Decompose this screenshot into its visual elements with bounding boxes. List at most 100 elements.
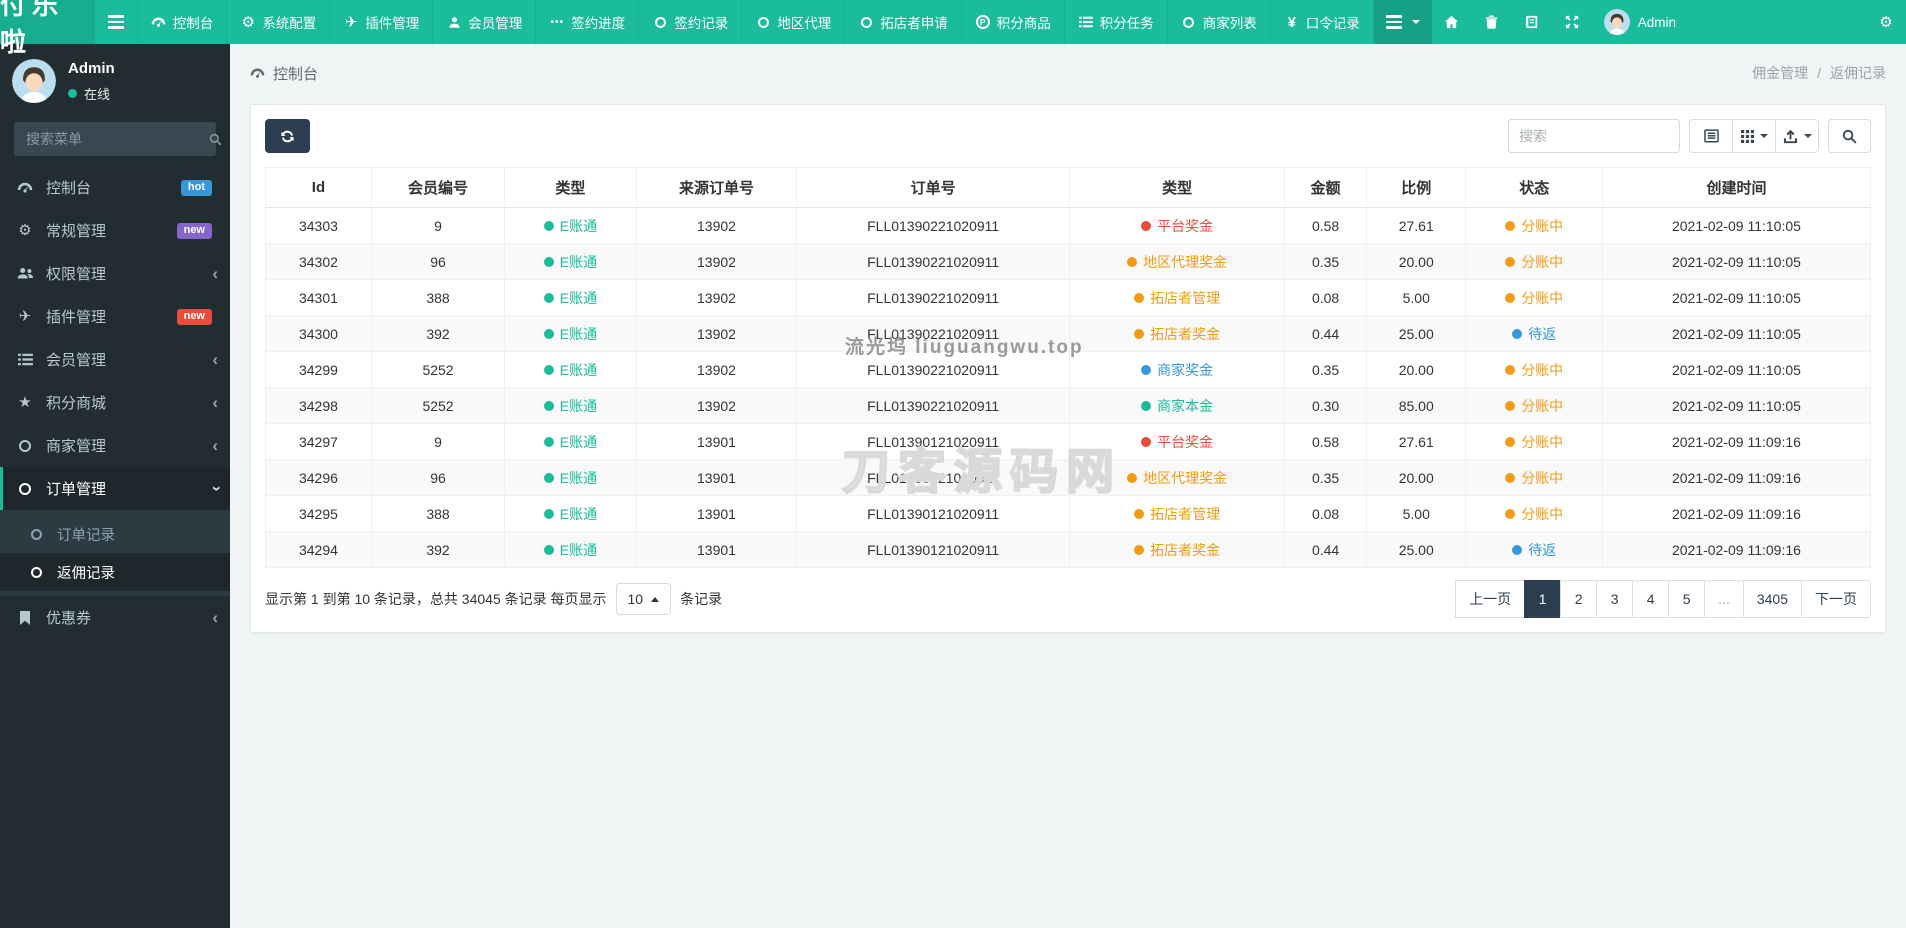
cell-member-no: 9 [370,423,506,460]
cell-created-time: 2021-02-09 11:09:16 [1601,423,1872,460]
cell-member-no: 5252 [370,351,506,388]
column-header-status: 状态 [1465,167,1603,208]
sidebar-search-input[interactable] [24,130,209,148]
dot-icon [1512,544,1523,555]
breadcrumb-parent[interactable]: 佣金管理 [1752,63,1808,83]
page-size-dropdown[interactable]: 10 [615,583,672,615]
pagination-item[interactable]: 3405 [1742,580,1802,618]
breadcrumb: 控制台 [250,63,318,84]
new-badge: new [176,222,212,239]
column-header-id: Id [265,167,372,208]
home-button[interactable] [1432,0,1472,44]
list-icon [14,353,36,366]
pagination-item[interactable]: 4 [1632,580,1670,618]
cell-type: E账通 [504,387,637,424]
table-row: 34299 5252 E账通 13902 FLL01390221020911 商… [265,351,1872,388]
nav-item-store-developer-apply[interactable]: 拓店者申请 [845,0,962,44]
settings-button[interactable]: ⚙ [1866,0,1906,44]
nav-item-points-tasks[interactable]: 积分任务 [1065,0,1168,44]
cell-ratio: 27.61 [1365,207,1467,244]
cell-type: E账通 [504,315,637,352]
table-row: 34296 96 E账通 13901 FLL01390121020911 地区代… [265,459,1872,496]
nav-item-signing-progress[interactable]: ••• 签约进度 [536,0,640,44]
nav-item-system-config[interactable]: ⚙ 系统配置 [227,0,331,44]
dot-icon [1134,292,1145,303]
sidebar-subitem-order-records[interactable]: 订单记录 [0,515,230,553]
sidebar-item-members[interactable]: 会员管理 ‹ [0,338,230,381]
sidebar-item-permissions[interactable]: 权限管理 ‹ [0,252,230,295]
pagination-item[interactable]: ... [1704,580,1744,618]
cell-id: 34299 [265,351,372,388]
logs-button[interactable] [1512,0,1552,44]
avatar [1603,9,1630,35]
detail-view-button[interactable] [1689,119,1733,153]
cell-status: 分账中 [1465,279,1603,316]
cell-order-no: FLL01390221020911 [796,351,1071,388]
cell-order-no: FLL01390221020911 [796,279,1071,316]
dot-icon [1505,220,1516,231]
column-header-type: 类型 [504,167,637,208]
clear-cache-button[interactable] [1472,0,1512,44]
sidebar-item-points-mall[interactable]: ★ 积分商城 ‹ [0,381,230,424]
pagination-item[interactable]: 1 [1524,580,1562,618]
sidebar-item-plugins[interactable]: ✈ 插件管理 new [0,295,230,338]
columns-dropdown-button[interactable] [1732,119,1776,153]
dot-icon [543,364,554,375]
export-icon [1783,129,1798,144]
nav-item-dashboard[interactable]: 控制台 [138,0,228,44]
chevron-left-icon: ‹ [212,393,218,412]
nav-item-password-records[interactable]: ¥ 口令记录 [1271,0,1374,44]
nav-item-plugins[interactable]: ✈ 插件管理 [330,0,434,44]
sidebar-item-coupons[interactable]: 优惠券 ‹ [0,596,230,639]
cell-amount: 0.58 [1284,423,1367,460]
dot-icon [543,328,554,339]
menu-icon [1385,15,1402,29]
cell-type: E账通 [504,495,637,532]
nav-item-members[interactable]: 会员管理 [433,0,537,44]
pagination-item[interactable]: 3 [1596,580,1634,618]
dot-icon [543,472,554,483]
nav-item-region-agent[interactable]: 地区代理 [742,0,846,44]
sidebar-toggle-button[interactable] [95,0,138,44]
sidebar-item-merchant-management[interactable]: 商家管理 ‹ [0,424,230,467]
pagination-item[interactable]: 5 [1668,580,1706,618]
cell-id: 34298 [265,387,372,424]
user-name: Admin [68,59,115,77]
brand-logo[interactable]: 付乐啦 [0,0,95,57]
nav-item-points-goods[interactable]: P 积分商品 [962,0,1065,44]
dot-icon [1127,256,1138,267]
search-icon[interactable] [209,133,222,146]
nav-item-merchant-list[interactable]: 商家列表 [1168,0,1271,44]
sidebar-item-order-management[interactable]: 订单管理 ‹ [0,467,230,510]
cell-status: 待返 [1465,315,1603,352]
export-dropdown-button[interactable] [1775,119,1819,153]
circle-icon [858,16,874,28]
cell-ratio: 85.00 [1365,387,1467,424]
pagination-item[interactable]: 2 [1560,580,1598,618]
sidebar-item-general-management[interactable]: ⚙ 常规管理 new [0,209,230,252]
sidebar-item-dashboard[interactable]: 控制台 hot [0,166,230,209]
table-search-input[interactable] [1508,119,1680,153]
dot-icon [543,544,554,555]
nav-menu-dropdown-button[interactable] [1373,0,1432,44]
cell-source-order-no: 13902 [635,387,798,424]
navbar-right: Admin ⚙ [1373,0,1906,44]
pagination-item[interactable]: 上一页 [1455,580,1526,618]
breadcrumb-dashboard[interactable]: 控制台 [273,63,318,84]
fullscreen-button[interactable] [1552,0,1592,44]
cell-status: 分账中 [1465,387,1603,424]
cell-id: 34302 [265,243,372,280]
refresh-button[interactable] [265,119,310,153]
cell-amount: 0.35 [1284,351,1367,388]
cell-type: E账通 [504,243,637,280]
sidebar-subitem-rebate-records[interactable]: 返佣记录 [0,553,230,591]
sidebar: Admin 在线 控制台 hot ⚙ 常规管理 new 权限管理 ‹ ✈ 插件 [0,44,230,928]
search-button[interactable] [1828,119,1871,153]
user-menu[interactable]: Admin [1592,0,1688,44]
cell-ratio: 27.61 [1365,423,1467,460]
dashboard-icon [151,15,167,30]
pagination-item[interactable]: 下一页 [1801,580,1871,618]
cell-source-order-no: 13902 [635,351,798,388]
dot-icon [1134,508,1145,519]
nav-item-signing-records[interactable]: 签约记录 [639,0,743,44]
